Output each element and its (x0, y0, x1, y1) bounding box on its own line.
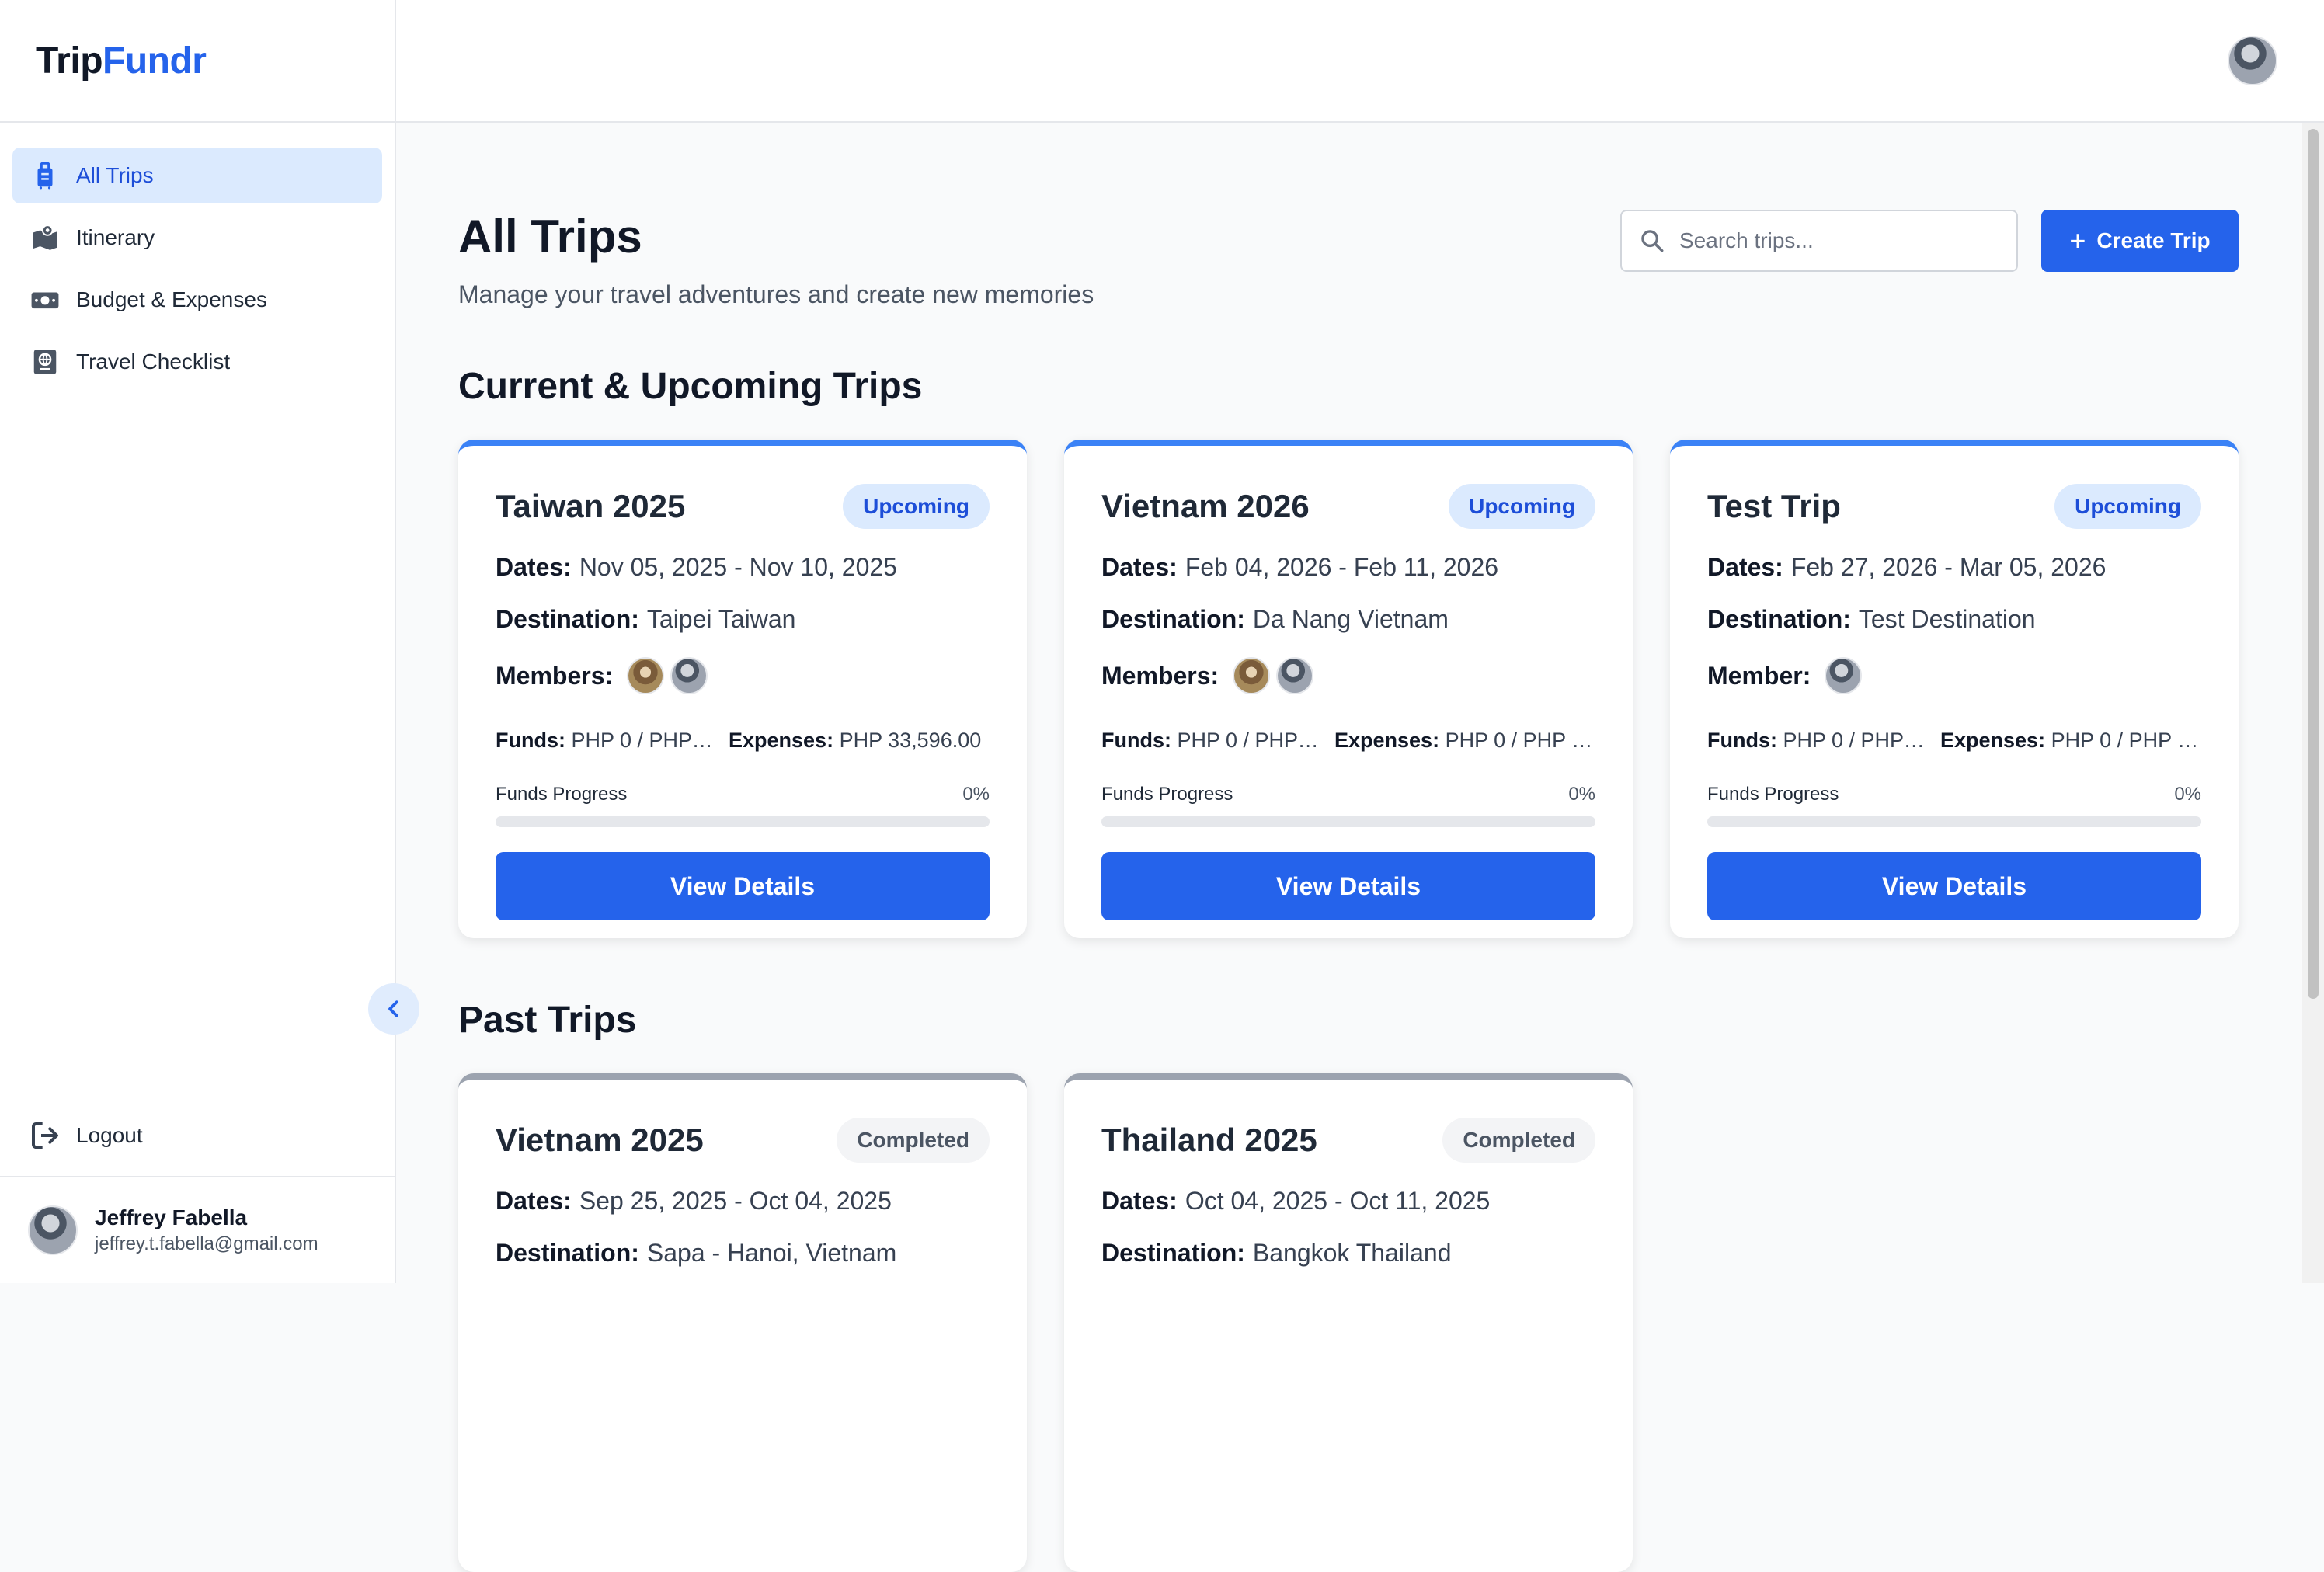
status-badge: Upcoming (1449, 484, 1595, 529)
trip-dates: Dates: Sep 25, 2025 - Oct 04, 2025 (496, 1187, 892, 1215)
view-details-button[interactable]: View Details (496, 852, 990, 920)
upcoming-section-title: Current & Upcoming Trips (458, 366, 923, 407)
status-badge: Completed (837, 1118, 990, 1163)
funds-progress-bar (496, 816, 990, 827)
view-details-button[interactable]: View Details (1101, 852, 1595, 920)
brand-logo[interactable]: Trip Fundr (0, 0, 395, 123)
sidebar-item-itinerary[interactable]: Itinerary (12, 210, 382, 266)
trip-dates: Dates: Nov 05, 2025 - Nov 10, 2025 (496, 553, 897, 581)
collapse-sidebar-button[interactable] (368, 983, 419, 1035)
sidebar-item-label: Travel Checklist (76, 350, 231, 374)
plus-icon: + (2069, 224, 2086, 256)
user-name: Jeffrey Fabella (95, 1205, 248, 1229)
status-badge: Upcoming (843, 484, 990, 529)
trip-card: Vietnam 2025 Completed Dates: Sep 25, 202… (458, 1073, 1027, 1572)
trip-title: Thailand 2025 (1101, 1122, 1317, 1158)
avatar[interactable] (627, 657, 665, 694)
avatar[interactable] (1276, 657, 1314, 694)
trip-destination: Destination: Bangkok Thailand (1101, 1239, 1452, 1267)
trip-destination: Destination: Sapa - Hanoi, Vietnam (496, 1239, 897, 1267)
sidebar-item-label: Budget & Expenses (76, 287, 267, 311)
avatar (28, 1205, 78, 1255)
progress-label: Funds Progress (496, 784, 628, 805)
brand-part-2: Fundr (103, 40, 207, 82)
progress-label: Funds Progress (1101, 784, 1233, 805)
trip-title: Taiwan 2025 (496, 488, 686, 524)
trip-card: Taiwan 2025 Upcoming Dates: Nov 05, 2025 … (458, 440, 1027, 938)
user-email: jeffrey.t.fabella@gmail.com (95, 1233, 318, 1254)
trip-members: Members: (1101, 657, 1595, 694)
trip-dates: Dates: Feb 27, 2026 - Mar 05, 2026 (1707, 553, 2107, 581)
profile-avatar[interactable] (2228, 36, 2277, 85)
suitcase-icon (30, 160, 61, 191)
progress-value: 0% (2174, 784, 2201, 805)
past-section-title: Past Trips (458, 1000, 637, 1041)
trip-dates: Dates: Oct 04, 2025 - Oct 11, 2025 (1101, 1187, 1491, 1215)
trip-destination: Destination: Test Destination (1707, 605, 2036, 633)
trip-card: Thailand 2025 Completed Dates: Oct 04, 20… (1064, 1073, 1633, 1572)
user-info: Jeffrey Fabella jeffrey.t.fabella@gmail.… (95, 1205, 318, 1255)
user-profile[interactable]: Jeffrey Fabella jeffrey.t.fabella@gmail.… (0, 1176, 396, 1283)
map-icon (30, 222, 61, 253)
trip-title: Vietnam 2026 (1101, 488, 1310, 524)
trip-dates: Dates: Feb 04, 2026 - Feb 11, 2026 (1101, 553, 1499, 581)
progress-value: 0% (1568, 784, 1595, 805)
status-badge: Completed (1442, 1118, 1595, 1163)
create-trip-label: Create Trip (2096, 228, 2211, 252)
search-icon (1641, 230, 1664, 252)
avatar[interactable] (1233, 657, 1271, 694)
create-trip-button[interactable]: + Create Trip (2041, 210, 2239, 272)
status-badge: Upcoming (2054, 484, 2201, 529)
sidebar-item-label: Itinerary (76, 225, 155, 249)
main-content: All Trips Manage your travel adventures … (458, 210, 2239, 1572)
sidebar-item-all-trips[interactable]: All Trips (12, 148, 382, 203)
trip-destination: Destination: Taipei Taiwan (496, 605, 796, 633)
scrollbar[interactable] (2302, 123, 2324, 1283)
funds-progress-bar (1101, 816, 1595, 827)
logout-button[interactable]: Logout (12, 1108, 384, 1163)
passport-icon (30, 346, 61, 377)
progress-value: 0% (962, 784, 990, 805)
logout-label: Logout (76, 1123, 143, 1147)
page-subtitle: Manage your travel adventures and create… (458, 280, 1094, 308)
trip-destination: Destination: Da Nang Vietnam (1101, 605, 1449, 633)
sidebar-item-checklist[interactable]: Travel Checklist (12, 334, 382, 390)
search-box[interactable] (1620, 210, 2018, 272)
sidebar: Trip Fundr All Trips Itinerary Budget & E… (0, 0, 396, 1283)
trip-title: Test Trip (1707, 488, 1841, 524)
trip-card: Test Trip Upcoming Dates: Feb 27, 2026 - … (1670, 440, 2239, 938)
search-input[interactable] (1679, 228, 2006, 253)
trip-card: Vietnam 2026 Upcoming Dates: Feb 04, 2026… (1064, 440, 1633, 938)
avatar[interactable] (1825, 657, 1863, 694)
sidebar-nav: All Trips Itinerary Budget & Expenses Tr… (0, 123, 395, 390)
logout-icon (32, 1122, 58, 1149)
trip-members: Members: (496, 657, 990, 694)
scrollbar-thumb[interactable] (2308, 129, 2319, 999)
trip-money: Funds: PHP 0 / PHP 50,000 Expenses: PHP … (1707, 729, 2201, 752)
trip-money: Funds: PHP 0 / PHP 80,000 Expenses: PHP … (1101, 729, 1595, 752)
view-details-button[interactable]: View Details (1707, 852, 2201, 920)
brand-part-1: Trip (36, 40, 103, 82)
progress-label: Funds Progress (1707, 784, 1839, 805)
funds-progress-bar (1707, 816, 2201, 827)
sidebar-item-budget[interactable]: Budget & Expenses (12, 272, 382, 328)
chevron-left-icon (388, 1000, 398, 1017)
trip-title: Vietnam 2025 (496, 1122, 704, 1158)
trip-members: Member: (1707, 657, 2201, 694)
sidebar-item-label: All Trips (76, 163, 154, 187)
money-icon (30, 284, 61, 315)
top-bar (396, 0, 2324, 123)
avatar[interactable] (670, 657, 708, 694)
trip-money: Funds: PHP 0 / PHP 40,000 Expenses: PHP … (496, 729, 982, 752)
